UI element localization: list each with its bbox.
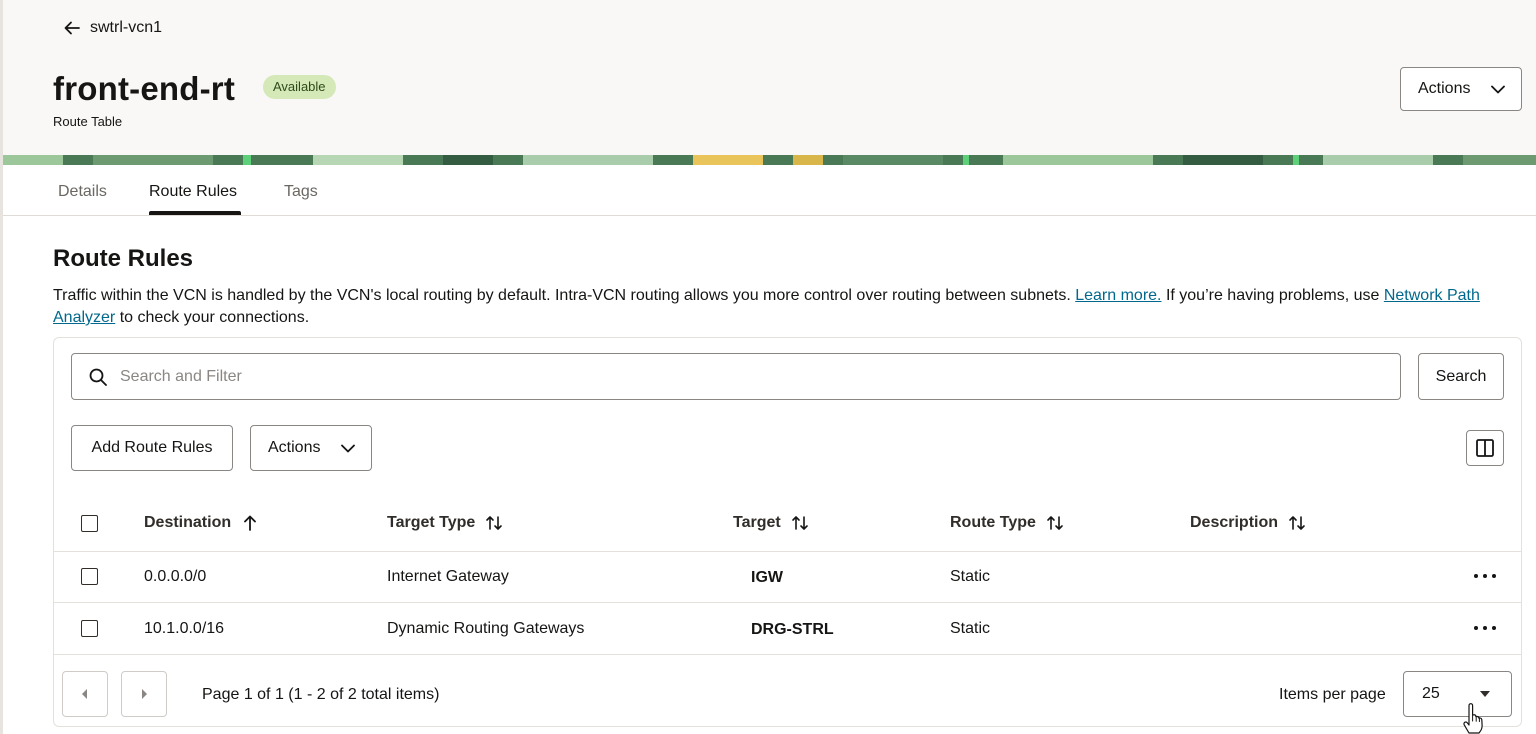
- chevron-down-icon: [341, 444, 355, 452]
- column-settings-button[interactable]: [1466, 430, 1504, 466]
- row-divider: [54, 551, 1521, 552]
- page-subtitle: Route Table: [53, 114, 123, 129]
- caret-down-icon: [1480, 691, 1490, 697]
- select-all-checkbox[interactable]: [81, 515, 98, 532]
- active-tab-indicator: [149, 211, 241, 215]
- row-divider: [54, 602, 1521, 603]
- pagination-status: Page 1 of 1 (1 - 2 of 2 total items): [202, 686, 440, 703]
- section-description: Traffic within the VCN is handled by the…: [53, 285, 1523, 329]
- search-button[interactable]: Search: [1418, 353, 1504, 400]
- back-link[interactable]: swtrl-vcn1: [62, 18, 162, 38]
- header-actions-button[interactable]: Actions: [1400, 67, 1522, 111]
- previous-page-button[interactable]: [62, 671, 108, 717]
- items-per-page-value: 25: [1422, 685, 1440, 702]
- tab-details[interactable]: Details: [58, 183, 107, 201]
- status-badge: Available: [263, 75, 336, 99]
- search-input[interactable]: [120, 367, 1370, 386]
- hand-pointer-cursor-icon: [1463, 703, 1483, 734]
- table-actions-button[interactable]: Actions: [250, 425, 372, 471]
- cell-target-type: Dynamic Routing Gateways: [387, 620, 585, 637]
- arrow-left-icon: [64, 21, 80, 35]
- cell-target[interactable]: DRG-STRL: [751, 621, 834, 639]
- column-header-label: Route Type: [950, 514, 1036, 531]
- columns-icon: [1476, 439, 1494, 457]
- row-divider: [54, 654, 1521, 655]
- add-route-rules-button[interactable]: Add Route Rules: [71, 425, 233, 471]
- sort-icon: [791, 516, 808, 530]
- description-text: to check your connections.: [115, 309, 310, 326]
- caret-right-icon: [142, 689, 147, 699]
- items-per-page-select[interactable]: 25: [1403, 671, 1512, 717]
- learn-more-link[interactable]: Learn more.: [1075, 287, 1161, 304]
- back-link-label: swtrl-vcn1: [90, 19, 163, 36]
- row-actions-menu-icon[interactable]: [1474, 571, 1496, 581]
- items-per-page-label: Items per page: [1279, 686, 1386, 703]
- column-header-label: Description: [1190, 514, 1279, 531]
- column-header-label: Target: [733, 514, 781, 531]
- cell-route-type: Static: [950, 568, 991, 585]
- column-header-destination[interactable]: Destination: [144, 514, 259, 532]
- column-header-label: Target Type: [387, 514, 476, 531]
- next-page-button[interactable]: [121, 671, 167, 717]
- decorative-banner: [3, 155, 1536, 165]
- tab-tags[interactable]: Tags: [284, 183, 318, 201]
- row-actions-menu-icon[interactable]: [1474, 623, 1496, 633]
- search-box: [71, 353, 1401, 400]
- caret-left-icon: [82, 689, 87, 699]
- cell-destination: 10.1.0.0/16: [144, 620, 225, 637]
- tab-bar: Details Route Rules Tags: [3, 165, 1536, 216]
- column-header-route-type[interactable]: Route Type: [950, 514, 1064, 532]
- column-header-description[interactable]: Description: [1190, 514, 1306, 532]
- sort-icon: [486, 516, 503, 530]
- page-title: front-end-rt: [53, 70, 236, 107]
- table-actions-label: Actions: [268, 439, 321, 456]
- section-title: Route Rules: [53, 245, 194, 272]
- chevron-down-icon: [1491, 85, 1505, 93]
- sort-icon: [1289, 516, 1305, 530]
- cell-target[interactable]: IGW: [751, 569, 783, 587]
- description-text: Traffic within the VCN is handled by the…: [53, 287, 1076, 304]
- page-header: swtrl-vcn1 front-end-rt Available Route …: [3, 0, 1536, 155]
- sort-icon: [1047, 516, 1063, 530]
- tab-route-rules[interactable]: Route Rules: [149, 183, 237, 201]
- cell-target-type: Internet Gateway: [387, 568, 509, 585]
- cell-destination: 0.0.0.0/0: [144, 568, 207, 585]
- column-header-target-type[interactable]: Target Type: [387, 514, 503, 532]
- column-header-target[interactable]: Target: [733, 514, 809, 532]
- description-text: If you’re having problems, use: [1161, 287, 1384, 304]
- search-icon: [89, 368, 107, 386]
- column-header-label: Destination: [144, 514, 232, 531]
- header-actions-label: Actions: [1418, 80, 1471, 97]
- sort-ascending-icon: [244, 515, 257, 531]
- cell-route-type: Static: [950, 620, 991, 637]
- row-checkbox[interactable]: [81, 620, 98, 637]
- row-checkbox[interactable]: [81, 568, 98, 585]
